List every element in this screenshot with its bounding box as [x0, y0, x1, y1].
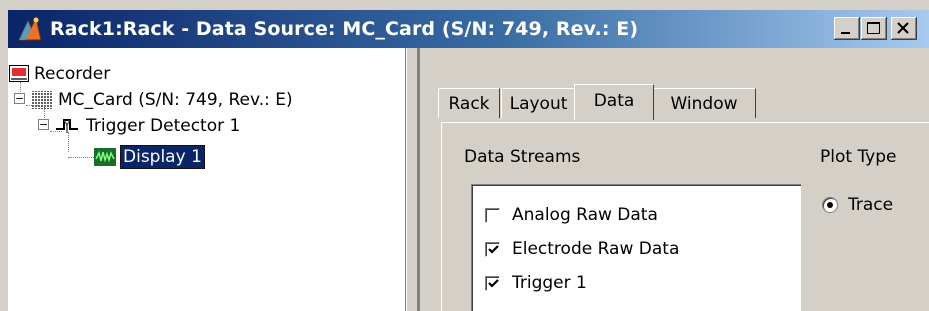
data-streams-list[interactable]: Analog Raw Data Electrode Raw Data Trigg… — [471, 184, 801, 311]
tree-item-display[interactable]: Display 1 — [94, 144, 205, 170]
card-icon — [32, 90, 52, 110]
display-icon — [94, 148, 116, 166]
tree-item-recorder[interactable]: Recorder — [9, 61, 110, 87]
plot-type-trace-option[interactable]: Trace — [822, 192, 893, 218]
plot-type-label: Plot Type — [820, 147, 897, 167]
stream-electrode-raw-data[interactable]: Electrode Raw Data — [485, 236, 679, 262]
trigger-detector-icon — [56, 117, 78, 135]
tab-data[interactable]: Data — [574, 84, 654, 120]
close-button[interactable] — [891, 17, 917, 40]
maximize-button[interactable] — [861, 17, 887, 40]
pane-splitter[interactable] — [406, 48, 418, 311]
stream-label: Electrode Raw Data — [512, 239, 680, 259]
stream-trigger-1[interactable]: Trigger 1 — [485, 270, 587, 296]
tab-rack[interactable]: Rack — [438, 88, 500, 118]
tab-layout[interactable]: Layout — [501, 88, 576, 118]
tree-item-mc-card[interactable]: MC_Card (S/N: 749, Rev.: E) — [32, 87, 293, 113]
data-streams-label: Data Streams — [464, 147, 581, 167]
checkmark-icon — [488, 278, 499, 288]
tree-item-label: Recorder — [34, 64, 111, 84]
tree-item-label: Display 1 — [120, 145, 205, 169]
maximize-icon — [867, 22, 880, 34]
tree-line — [68, 157, 94, 158]
checkmark-icon — [488, 244, 499, 254]
minimize-icon — [841, 32, 850, 34]
collapse-icon[interactable]: − — [38, 119, 49, 130]
tree-item-label: MC_Card (S/N: 749, Rev.: E) — [58, 90, 293, 110]
tree-item-trigger-detector[interactable]: Trigger Detector 1 — [56, 113, 240, 139]
stream-label: Analog Raw Data — [512, 205, 658, 225]
tab-window[interactable]: Window — [652, 88, 756, 118]
recorder-icon — [9, 65, 29, 83]
radio-selected[interactable] — [822, 197, 838, 213]
app-window: Rack1:Rack - Data Source: MC_Card (S/N: … — [0, 0, 929, 311]
tree-pane[interactable]: Recorder − MC_Card (S/N: 749, Rev.: E) −… — [8, 48, 406, 311]
stream-analog-raw-data[interactable]: Analog Raw Data — [485, 202, 658, 228]
minimize-button[interactable] — [834, 17, 860, 40]
title-bar[interactable]: Rack1:Rack - Data Source: MC_Card (S/N: … — [8, 10, 929, 48]
checkbox-checked[interactable] — [485, 241, 500, 257]
tree-item-label: Trigger Detector 1 — [86, 116, 241, 136]
collapse-icon[interactable]: − — [14, 93, 25, 104]
close-icon — [897, 22, 909, 34]
window-title: Rack1:Rack - Data Source: MC_Card (S/N: … — [50, 18, 639, 40]
app-icon[interactable] — [16, 15, 44, 43]
plot-type-label-trace: Trace — [848, 195, 894, 215]
checkbox-checked[interactable] — [485, 275, 500, 291]
checkbox-unchecked[interactable] — [485, 207, 500, 223]
stream-label: Trigger 1 — [512, 273, 587, 293]
properties-pane: Rack Layout Data Window Data Streams Plo… — [418, 48, 929, 311]
